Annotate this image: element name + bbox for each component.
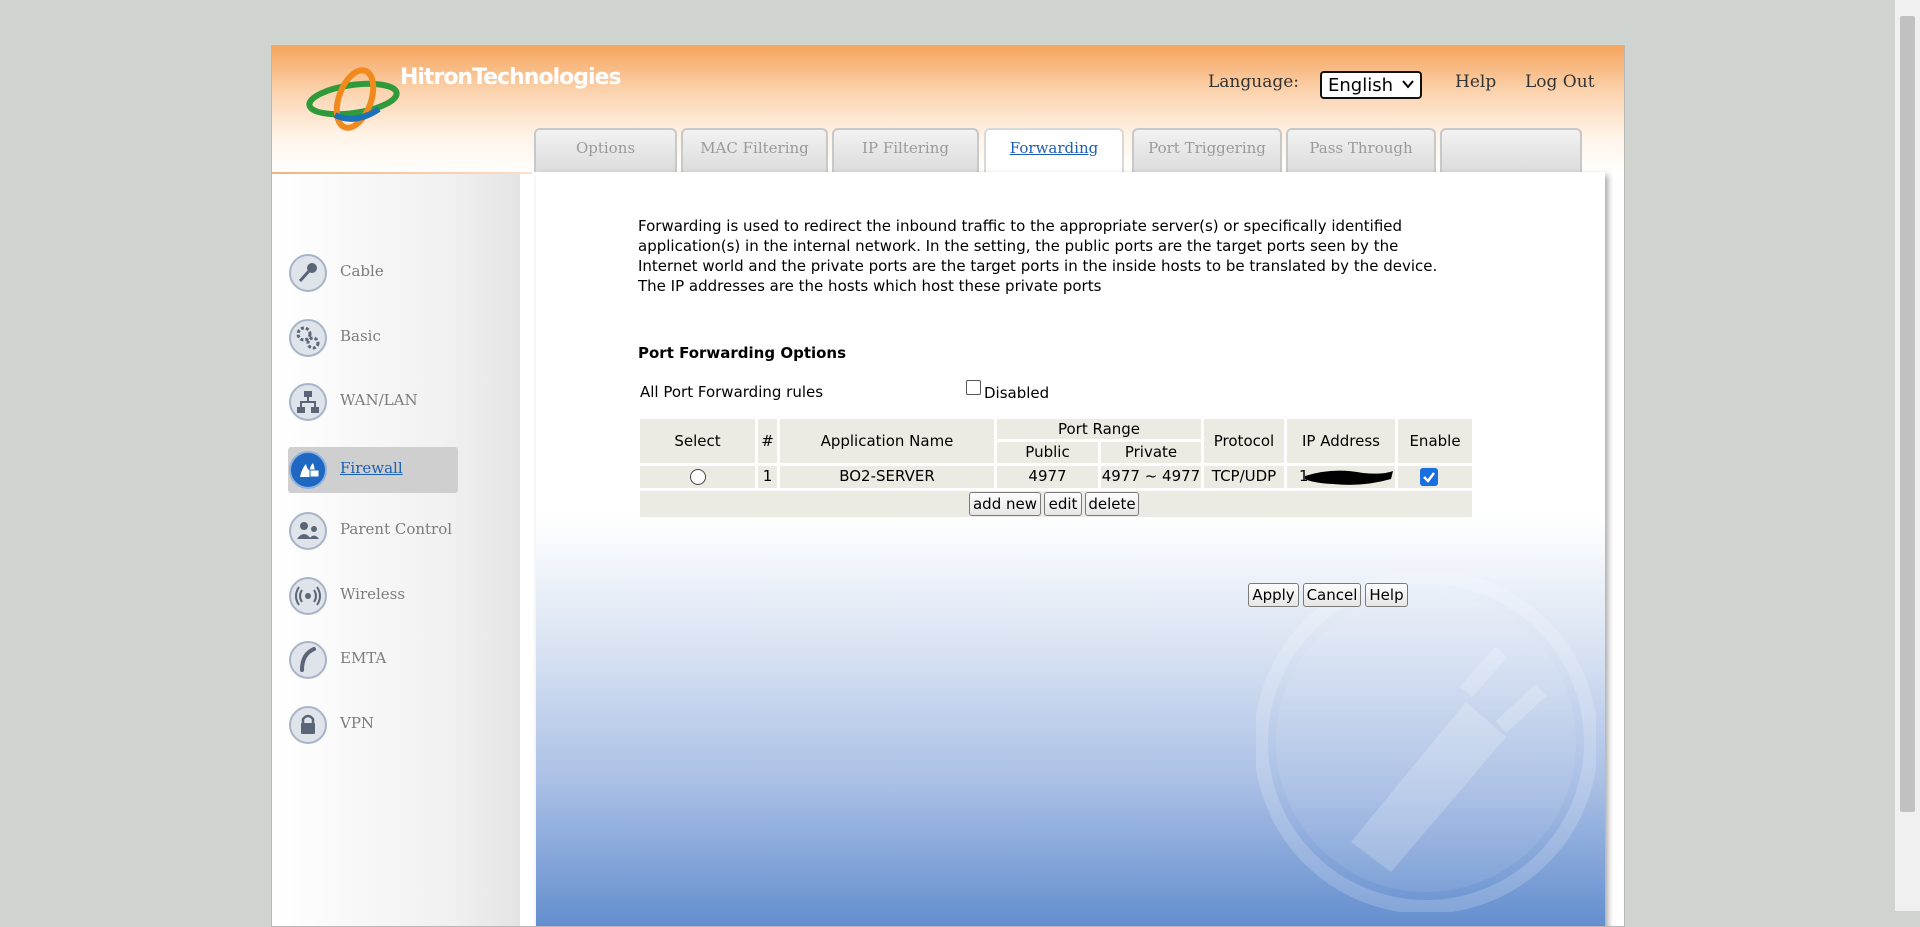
page-scrollbar[interactable] (1895, 0, 1920, 911)
header-select: Select (640, 419, 755, 463)
apply-button[interactable]: Apply (1248, 583, 1299, 607)
disabled-label: Disabled (984, 384, 1050, 402)
sidebar: Cable Basic WAN/LAN Firewall Parent Cont… (272, 174, 520, 926)
phone-icon (289, 641, 327, 679)
redaction-scribble (1305, 470, 1393, 485)
chevron-down-icon (1402, 80, 1414, 89)
sidebar-item-vpn[interactable]: VPN (288, 702, 458, 748)
sidebar-label-cable: Cable (340, 262, 384, 280)
header-private: Private (1101, 442, 1201, 463)
header-public: Public (997, 442, 1098, 463)
all-rules-label: All Port Forwarding rules (640, 383, 824, 401)
sidebar-label-basic: Basic (340, 327, 381, 345)
language-select[interactable]: English (1320, 71, 1422, 99)
header-enable: Enable (1398, 419, 1472, 463)
tab-ip-filtering[interactable]: IP Filtering (832, 128, 979, 172)
sidebar-label-vpn: VPN (340, 714, 375, 732)
header-protocol: Protocol (1204, 419, 1284, 463)
wireless-icon (289, 577, 327, 615)
router-admin-frame: HitronTechnologies Language: English Hel… (271, 45, 1625, 927)
delete-button[interactable]: delete (1085, 492, 1139, 516)
key-icon (289, 254, 327, 292)
sidebar-label-emta: EMTA (340, 649, 387, 667)
section-title: Port Forwarding Options (638, 344, 847, 362)
tab-mac-filtering[interactable]: MAC Filtering (681, 128, 828, 172)
sidebar-item-firewall[interactable]: Firewall (288, 447, 458, 493)
sidebar-label-wireless: Wireless (340, 585, 406, 603)
logout-link[interactable]: Log Out (1525, 72, 1595, 92)
row-public-port: 4977 (997, 466, 1098, 488)
help-button[interactable]: Help (1365, 583, 1408, 607)
lock-icon (289, 706, 327, 744)
header-ip-address: IP Address (1287, 419, 1395, 463)
sidebar-item-wireless[interactable]: Wireless (288, 573, 458, 619)
brand-name: HitronTechnologies (400, 65, 622, 90)
header-app-name: Application Name (780, 419, 994, 463)
language-value: English (1328, 75, 1393, 96)
tab-pass-through[interactable]: Pass Through (1286, 128, 1436, 172)
sidebar-item-basic[interactable]: Basic (288, 315, 458, 361)
scrollbar-thumb[interactable] (1900, 16, 1915, 812)
header-number: # (758, 419, 777, 463)
header-help-link[interactable]: Help (1455, 72, 1496, 92)
sidebar-item-cable[interactable]: Cable (288, 250, 458, 296)
cancel-button[interactable]: Cancel (1303, 583, 1361, 607)
sidebar-item-emta[interactable]: EMTA (288, 637, 458, 683)
forwarding-description: Forwarding is used to redirect the inbou… (638, 217, 1438, 295)
row-ip-address: 1 (1287, 466, 1395, 488)
header-port-range: Port Range (997, 419, 1201, 439)
table-actions-row: add new edit delete (640, 491, 1472, 517)
enable-checkbox[interactable] (1420, 468, 1438, 486)
row-select-cell (640, 466, 755, 488)
row-private-port: 4977 ~ 4977 (1101, 466, 1201, 488)
add-new-button[interactable]: add new (969, 492, 1041, 516)
hitron-logo-icon (306, 67, 400, 131)
row-enable-cell (1398, 466, 1472, 488)
tab-empty (1440, 128, 1582, 172)
users-icon (289, 512, 327, 550)
language-label: Language: (1208, 72, 1300, 92)
edit-button[interactable]: edit (1044, 492, 1082, 516)
plug-watermark-icon (1256, 572, 1596, 912)
tab-forwarding[interactable]: Forwarding (984, 128, 1124, 174)
sidebar-item-wan-lan[interactable]: WAN/LAN (288, 379, 458, 425)
disabled-checkbox[interactable] (966, 380, 981, 395)
sidebar-label-wan-lan: WAN/LAN (340, 391, 418, 409)
sidebar-item-parent-control[interactable]: Parent Control (288, 508, 458, 554)
row-select-radio[interactable] (690, 469, 706, 485)
network-icon (289, 383, 327, 421)
gears-icon (289, 319, 327, 357)
row-protocol: TCP/UDP (1204, 466, 1284, 488)
row-number: 1 (758, 466, 777, 488)
header: HitronTechnologies Language: English Hel… (272, 46, 1624, 174)
row-app-name: BO2-SERVER (780, 466, 994, 488)
sidebar-label-firewall: Firewall (340, 459, 403, 477)
main-content: Forwarding is used to redirect the inbou… (536, 172, 1605, 926)
sidebar-label-parent-control: Parent Control (340, 520, 453, 538)
tab-options[interactable]: Options (534, 128, 677, 172)
firewall-icon (289, 451, 327, 489)
tab-port-triggering[interactable]: Port Triggering (1132, 128, 1282, 172)
